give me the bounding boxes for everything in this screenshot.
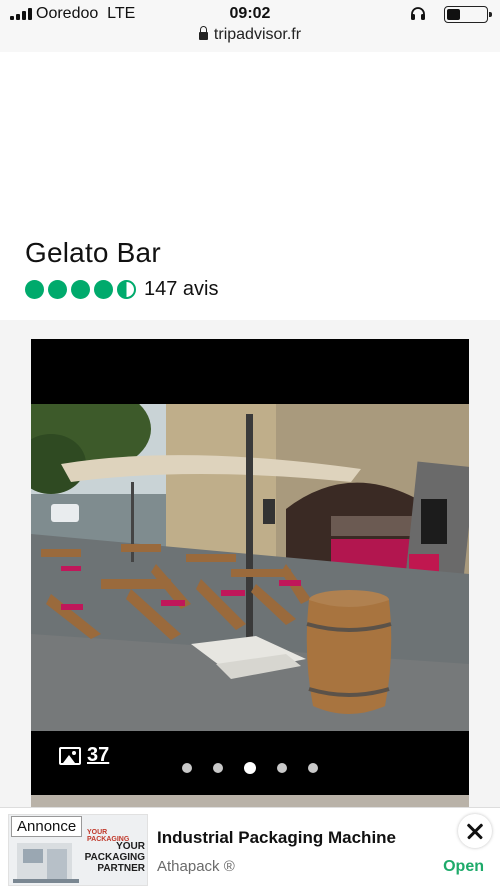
ad-image-headline: YOUR PACKAGING PARTNER <box>84 841 145 874</box>
rating-half-bubble-icon <box>117 280 136 299</box>
carousel-dot[interactable] <box>213 763 223 773</box>
carousel-dot[interactable] <box>182 763 192 773</box>
review-count[interactable]: 147 avis <box>144 278 219 301</box>
ad-advertiser: Athapack ® <box>157 858 235 875</box>
cafe-terrace-photo <box>31 404 469 731</box>
carousel-dot[interactable] <box>277 763 287 773</box>
battery-icon <box>444 6 492 23</box>
status-bar: Ooredoo LTE 09:02 tripadvisor.fr <box>0 0 500 52</box>
rating-bubble-icon <box>48 280 67 299</box>
carousel-dot[interactable] <box>308 763 318 773</box>
ad-banner[interactable]: YOUR PACKAGING YOUR PACKAGING PARTNER An… <box>0 807 500 889</box>
rating-bubble-icon <box>25 280 44 299</box>
open-ad-button[interactable]: Open <box>443 858 484 876</box>
rating-bubble-icon <box>71 280 90 299</box>
carousel-dots[interactable] <box>31 762 469 774</box>
rating-bubble-icon <box>94 280 113 299</box>
close-ad-button[interactable] <box>458 814 492 848</box>
headphones-icon <box>411 7 425 20</box>
rating-row[interactable]: 147 avis <box>25 278 219 301</box>
address-bar[interactable]: tripadvisor.fr <box>0 26 500 44</box>
gallery-photo[interactable] <box>31 404 469 731</box>
next-section-preview <box>31 795 469 807</box>
url-text: tripadvisor.fr <box>213 26 302 43</box>
lock-icon <box>198 26 208 40</box>
ad-title[interactable]: Industrial Packaging Machine <box>157 828 396 848</box>
carousel-dot-active[interactable] <box>244 762 256 774</box>
photo-gallery[interactable]: 37 <box>31 339 469 795</box>
listing-title: Gelato Bar <box>25 237 161 268</box>
ad-badge: Annonce <box>11 816 83 837</box>
image-icon <box>59 746 81 765</box>
